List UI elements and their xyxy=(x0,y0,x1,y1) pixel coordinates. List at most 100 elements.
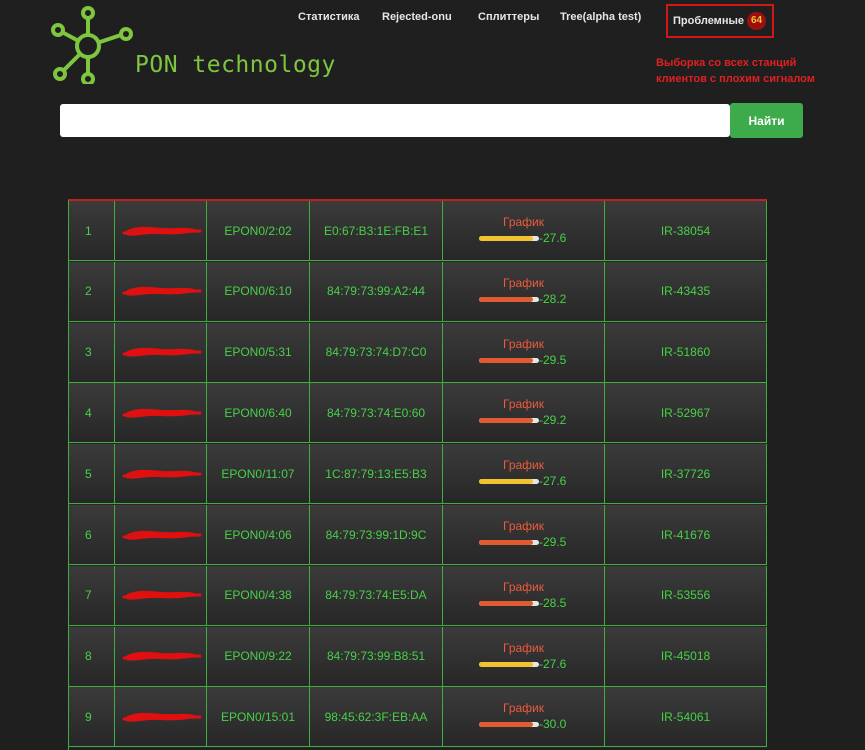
client-id: IR-43435 xyxy=(605,261,767,322)
signal-bar-fill xyxy=(479,357,533,363)
signal-value: -29.5 xyxy=(539,535,567,549)
annotation-note: Выборка со всех станций клиентов с плохи… xyxy=(656,55,856,87)
page: PON technology Статистика Rejected-onu С… xyxy=(0,0,865,750)
client-name-redacted xyxy=(115,687,207,748)
signal-cell: График -29.5 xyxy=(443,322,605,383)
graph-link[interactable]: График xyxy=(503,397,544,411)
client-id: IR-54061 xyxy=(605,687,767,748)
signal-bar xyxy=(479,357,539,363)
signal-bar-fill xyxy=(479,600,533,606)
nav-statistics[interactable]: Статистика xyxy=(298,11,360,23)
client-name-redacted xyxy=(115,444,207,505)
mac-address: 84:79:73:99:A2:44 xyxy=(310,261,443,322)
row-number: 6 xyxy=(69,505,115,565)
table-row: 8 EPON0/9:22 84:79:73:99:B8:51 График -2… xyxy=(69,626,767,688)
table-row: 4 EPON0/6:40 84:79:73:74:E0:60 График -2… xyxy=(69,383,767,445)
client-name-redacted xyxy=(115,505,207,565)
graph-link[interactable]: График xyxy=(503,337,544,351)
signal-value: -29.2 xyxy=(539,413,567,428)
nav-problems-label: Проблемные xyxy=(673,15,744,27)
mac-address: 98:45:62:3F:EB:AA xyxy=(310,687,443,748)
signal-value: -27.6 xyxy=(539,656,567,671)
annotation-line-2: клиентов с плохим сигналом xyxy=(656,73,815,85)
table-row: 3 EPON0/5:31 84:79:73:74:D7:C0 График -2… xyxy=(69,322,767,384)
signal-widget: График -27.6 xyxy=(479,215,579,251)
signal-cell: График -29.2 xyxy=(443,383,605,444)
signal-bar-fill xyxy=(479,236,533,241)
pon-port: EPON0/6:40 xyxy=(207,383,310,444)
pon-port: EPON0/9:22 xyxy=(207,626,310,687)
row-number: 4 xyxy=(69,383,115,444)
row-number: 8 xyxy=(69,626,115,687)
redaction-scribble xyxy=(122,530,201,540)
graph-link[interactable]: График xyxy=(503,701,544,715)
signal-bar xyxy=(479,296,539,302)
graph-link[interactable]: График xyxy=(503,276,544,290)
signal-cell: График -30.0 xyxy=(443,687,605,748)
graph-link[interactable]: График xyxy=(503,519,544,533)
problems-count-badge: 64 xyxy=(747,12,766,30)
redaction-scribble xyxy=(122,287,201,296)
signal-value: -27.6 xyxy=(539,231,567,245)
mac-address: 84:79:73:99:1D:9C xyxy=(310,505,443,565)
signal-widget: График -27.6 xyxy=(479,641,579,677)
client-name-redacted xyxy=(115,201,207,261)
pon-port: EPON0/4:06 xyxy=(207,505,310,565)
row-number: 5 xyxy=(69,444,115,505)
signal-cell: График -28.2 xyxy=(443,261,605,322)
nav-splitters[interactable]: Сплиттеры xyxy=(478,11,539,23)
brand-title: PON technology xyxy=(135,52,336,78)
pon-port: EPON0/6:10 xyxy=(207,261,310,322)
signal-value: -27.6 xyxy=(539,474,567,489)
signal-cell: График -27.6 xyxy=(443,444,605,505)
mac-address: 84:79:73:74:D7:C0 xyxy=(310,322,443,383)
nav-tree[interactable]: Tree(alpha test) xyxy=(560,11,641,23)
signal-value: -28.5 xyxy=(539,595,567,610)
signal-cell: График -27.6 xyxy=(443,626,605,687)
client-name-redacted xyxy=(115,383,207,444)
search-button[interactable]: Найти xyxy=(730,103,803,138)
graph-link[interactable]: График xyxy=(503,458,544,472)
signal-widget: График -30.0 xyxy=(479,701,579,737)
row-number: 3 xyxy=(69,322,115,383)
client-id: IR-52967 xyxy=(605,383,767,444)
signal-value: -30.0 xyxy=(539,717,567,732)
pon-port: EPON0/4:38 xyxy=(207,565,310,626)
signal-bar xyxy=(479,479,539,485)
signal-bar xyxy=(479,661,539,667)
signal-bar xyxy=(479,236,539,241)
redaction-scribble xyxy=(122,712,201,722)
results-table: 1 EPON0/2:02 E0:67:B3:1E:FB:E1 График -2… xyxy=(68,199,767,750)
nav-problems[interactable]: Проблемные 64 xyxy=(666,4,774,38)
table-row: 7 EPON0/4:38 84:79:73:74:E5:DA График -2… xyxy=(69,565,767,627)
mac-address: 84:79:73:74:E0:60 xyxy=(310,383,443,444)
pon-port: EPON0/15:01 xyxy=(207,687,310,748)
pon-port: EPON0/5:31 xyxy=(207,322,310,383)
signal-widget: График -29.5 xyxy=(479,337,579,373)
client-id: IR-51860 xyxy=(605,322,767,383)
signal-value: -28.2 xyxy=(539,291,567,306)
mac-address: 84:79:73:74:E5:DA xyxy=(310,565,443,626)
client-id: IR-37726 xyxy=(605,444,767,505)
redaction-scribble xyxy=(122,469,201,479)
annotation-line-1: Выборка со всех станций xyxy=(656,57,797,69)
redaction-scribble xyxy=(122,591,201,600)
graph-link[interactable]: График xyxy=(503,641,544,655)
signal-widget: График -27.6 xyxy=(479,458,579,494)
client-name-redacted xyxy=(115,322,207,383)
signal-widget: График -28.2 xyxy=(479,276,579,312)
redaction-scribble xyxy=(122,347,201,357)
graph-link[interactable]: График xyxy=(503,580,544,594)
search-input[interactable] xyxy=(60,104,730,137)
signal-cell: График -29.5 xyxy=(443,505,605,565)
client-id: IR-45018 xyxy=(605,626,767,687)
table-row: 9 EPON0/15:01 98:45:62:3F:EB:AA График -… xyxy=(69,687,767,749)
mac-address: 1C:87:79:13:E5:B3 xyxy=(310,444,443,505)
logo-network-icon xyxy=(51,6,133,84)
signal-bar xyxy=(479,722,539,728)
redaction-scribble xyxy=(122,408,201,418)
row-number: 9 xyxy=(69,687,115,748)
nav-rejected-onu[interactable]: Rejected-onu xyxy=(382,11,452,23)
graph-link[interactable]: График xyxy=(503,215,544,229)
row-number: 1 xyxy=(69,201,115,261)
